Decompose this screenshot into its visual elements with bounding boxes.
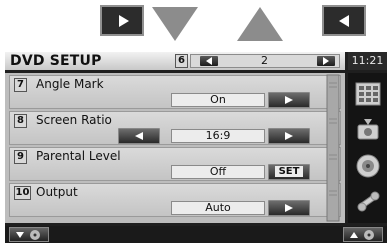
setting-value: 16:9 — [171, 129, 265, 143]
parental-level-set-button[interactable]: SET — [268, 164, 310, 180]
setting-label: Screen Ratio — [36, 113, 112, 127]
callout-number: 9 — [14, 150, 27, 164]
volume-down-button[interactable] — [9, 227, 49, 242]
bottom-bar — [5, 226, 387, 243]
page-number: 2 — [261, 54, 268, 67]
up-arrow-icon[interactable] — [235, 5, 285, 43]
arrow-right-icon — [285, 132, 293, 140]
disc-down-icon — [16, 230, 40, 240]
callout-number: 8 — [14, 114, 27, 128]
title-bar: DVD SETUP 6 2 — [5, 52, 345, 70]
page-title: DVD SETUP — [10, 53, 102, 69]
set-button-label: SET — [274, 166, 304, 177]
setting-row-output: 10 Output Auto — [9, 183, 341, 217]
dvd-setup-screen: DVD SETUP 6 2 11:21 7 Angle Mark On 8 Sc… — [5, 52, 387, 243]
setting-label: Parental Level — [36, 149, 121, 163]
page-control: 2 — [190, 54, 340, 68]
video-icon[interactable] — [350, 113, 386, 147]
setting-row-screen-ratio: 8 Screen Ratio 16:9 — [9, 111, 341, 145]
scrollbar[interactable] — [325, 73, 341, 223]
clock: 11:21 — [348, 52, 387, 70]
angle-mark-next-button[interactable] — [268, 92, 310, 108]
setting-value: Auto — [171, 201, 265, 215]
previous-screen-button[interactable] — [322, 5, 366, 36]
play-right-icon — [119, 15, 129, 27]
setting-row-angle-mark: 7 Angle Mark On — [9, 75, 341, 109]
next-screen-button[interactable] — [100, 5, 144, 36]
arrow-right-icon — [285, 96, 293, 104]
arrow-left-icon — [206, 57, 212, 65]
settings-panel: 7 Angle Mark On 8 Screen Ratio 16:9 9 Pa… — [5, 73, 345, 223]
play-left-icon — [339, 15, 349, 27]
tools-icon[interactable] — [350, 185, 386, 219]
volume-up-button[interactable] — [343, 227, 383, 242]
callout-number: 6 — [175, 54, 188, 68]
page-next-button[interactable] — [317, 56, 335, 66]
setting-value: On — [171, 93, 265, 107]
arrow-right-icon — [323, 57, 329, 65]
screen-ratio-next-button[interactable] — [268, 128, 310, 144]
menu-grid-icon[interactable] — [350, 77, 386, 111]
output-next-button[interactable] — [268, 200, 310, 216]
setting-label: Angle Mark — [36, 77, 104, 91]
down-arrow-icon[interactable] — [150, 5, 200, 43]
source-sidebar — [348, 73, 387, 223]
arrow-right-icon — [285, 204, 293, 212]
callout-number: 10 — [14, 186, 31, 200]
disc-up-icon — [350, 230, 374, 240]
setting-label: Output — [36, 185, 78, 199]
callout-number: 7 — [14, 78, 27, 92]
arrow-left-icon — [135, 132, 143, 140]
setting-value: Off — [171, 165, 265, 179]
setting-row-parental-level: 9 Parental Level Off SET — [9, 147, 341, 181]
page-prev-button[interactable] — [200, 56, 218, 66]
screen-ratio-prev-button[interactable] — [118, 128, 160, 144]
top-navigation — [0, 0, 387, 46]
speaker-icon[interactable] — [350, 149, 386, 183]
